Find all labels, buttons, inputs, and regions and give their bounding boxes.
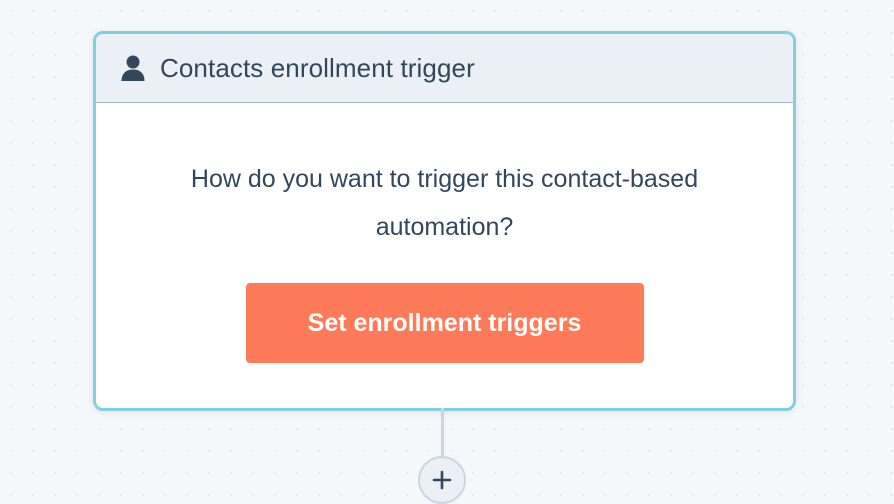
plus-icon <box>432 470 452 490</box>
trigger-question: How do you want to trigger this contact-… <box>190 165 699 241</box>
enrollment-trigger-card[interactable]: Contacts enrollment trigger How do you w… <box>93 31 796 411</box>
card-header: Contacts enrollment trigger <box>96 34 793 103</box>
card-title: Contacts enrollment trigger <box>160 52 475 83</box>
add-step-button[interactable] <box>418 456 466 504</box>
person-icon <box>118 53 148 83</box>
workflow-connector-line <box>441 408 444 456</box>
card-body: How do you want to trigger this contact-… <box>96 103 793 407</box>
set-enrollment-triggers-button[interactable]: Set enrollment triggers <box>245 283 644 363</box>
